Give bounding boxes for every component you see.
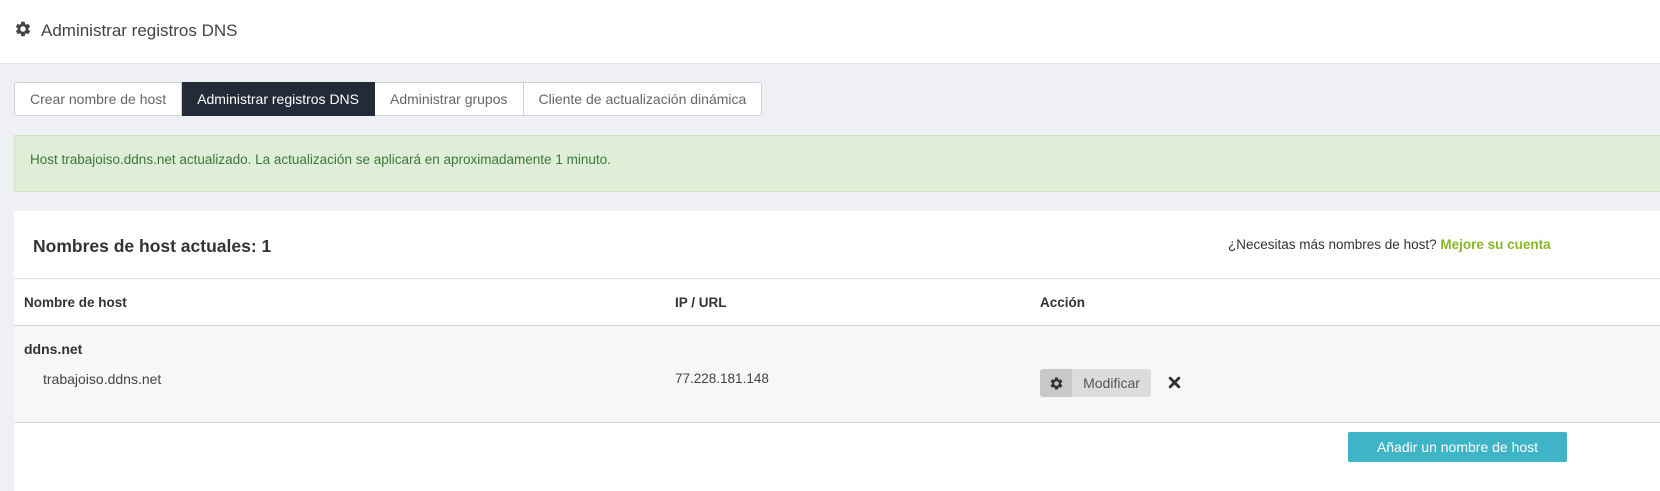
- page-title: Administrar registros DNS: [41, 21, 238, 40]
- column-header-ip-url: IP / URL: [675, 295, 727, 310]
- domain-group-label: ddns.net: [24, 341, 83, 357]
- page-header: Administrar registros DNS: [0, 0, 1660, 64]
- hostnames-panel: Nombres de host actuales: 1 ¿Necesitas m…: [14, 211, 1660, 491]
- alert-message: Host trabajoiso.ddns.net actualizado. La…: [30, 152, 611, 167]
- ip-cell: 77.228.181.148: [675, 371, 769, 386]
- panel-title: Nombres de host actuales: 1: [33, 236, 272, 256]
- hostname-cell: trabajoiso.ddns.net: [43, 371, 162, 387]
- column-header-hostname: Nombre de host: [24, 295, 127, 310]
- upgrade-account-link[interactable]: Mejore su cuenta: [1440, 237, 1550, 252]
- add-hostname-button[interactable]: Añadir un nombre de host: [1348, 432, 1567, 462]
- table-header: Nombre de host IP / URL Acción: [14, 279, 1660, 326]
- modify-button[interactable]: Modificar: [1040, 369, 1151, 397]
- tab-manage-dns-records[interactable]: Administrar registros DNS: [182, 82, 376, 116]
- close-icon[interactable]: [1168, 376, 1181, 389]
- tab-manage-groups[interactable]: Administrar grupos: [375, 82, 524, 116]
- success-alert: Host trabajoiso.ddns.net actualizado. La…: [14, 135, 1660, 192]
- gear-icon: [15, 21, 31, 37]
- gear-icon: [1040, 369, 1072, 397]
- table-row: ddns.net trabajoiso.ddns.net 77.228.181.…: [14, 326, 1660, 423]
- modify-button-label: Modificar: [1072, 369, 1151, 397]
- upgrade-prompt: ¿Necesitas más nombres de host? Mejore s…: [1228, 237, 1551, 252]
- tab-bar: Crear nombre de host Administrar registr…: [14, 82, 763, 116]
- upgrade-prompt-text: ¿Necesitas más nombres de host?: [1228, 237, 1437, 252]
- tab-create-hostname[interactable]: Crear nombre de host: [14, 82, 183, 116]
- panel-header: Nombres de host actuales: 1 ¿Necesitas m…: [14, 211, 1660, 279]
- column-header-action: Acción: [1040, 295, 1086, 310]
- tab-dynamic-update-client[interactable]: Cliente de actualización dinámica: [523, 82, 763, 116]
- page: Administrar registros DNS Crear nombre d…: [0, 0, 1660, 491]
